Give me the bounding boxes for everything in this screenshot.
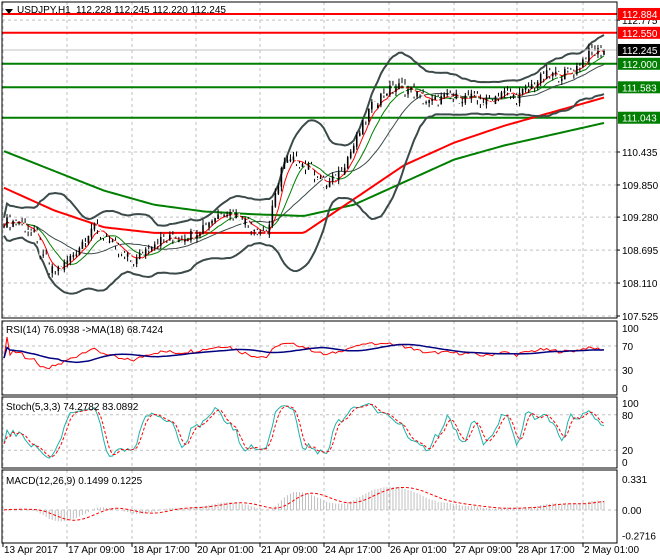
time-label: 26 Apr 01:00 [390, 545, 447, 556]
price-tick: 108.695 [622, 246, 659, 257]
level-price-label: 112.884 [622, 10, 658, 21]
price-tick: 107.525 [622, 312, 659, 323]
indicator-tick: 70 [622, 342, 634, 353]
indicator-tick: 100 [622, 324, 639, 335]
indicator-tick: 30 [622, 366, 634, 377]
level-price-label: 111.043 [622, 114, 657, 125]
time-label: 17 Apr 09:00 [68, 545, 125, 556]
time-label: 18 Apr 17:00 [133, 545, 190, 556]
indicator-tick: 0.331 [622, 475, 647, 486]
ohlc-label: 112.228 112.245 112.220 112.245 [76, 5, 226, 16]
time-label: 13 Apr 2017 [4, 545, 58, 556]
panel-frame [1, 1, 618, 319]
indicator-tick: 0 [622, 458, 628, 469]
time-label: 2 May 01:00 [584, 545, 639, 556]
current-price-label: 112.245 [622, 46, 658, 57]
indicator-tick: 20 [622, 446, 634, 457]
price-tick: 108.110 [622, 279, 658, 290]
time-label: 27 Apr 09:00 [455, 545, 512, 556]
level-price-label: 112.550 [622, 29, 658, 40]
indicator-tick: 0.00 [622, 506, 642, 517]
level-price-label: 112.000 [622, 60, 658, 71]
macd-panel[interactable] [3, 486, 605, 522]
macd-label: MACD(12,26,9) 0.1499 0.1225 [6, 476, 143, 487]
time-label: 21 Apr 09:00 [261, 545, 318, 556]
rsi-label: RSI(14) 76.0938 ->MA(18) 68.7424 [6, 325, 163, 336]
ma-slow-green-line [3, 121, 605, 217]
time-label: 20 Apr 01:00 [197, 545, 254, 556]
rsi-panel[interactable] [3, 336, 605, 370]
price-tick: 109.280 [622, 213, 659, 224]
time-label: 24 Apr 17:00 [325, 545, 382, 556]
ma-fast-red-line [3, 50, 605, 270]
indicator-tick: 0 [622, 384, 628, 395]
stoch-label: Stoch(5,3,3) 74.2782 83.0892 [6, 402, 139, 413]
time-label: 28 Apr 17:00 [518, 545, 575, 556]
indicator-tick: 80 [622, 411, 634, 422]
symbol-label: USDJPY,H1 [17, 5, 71, 16]
chart-window: 112.775110.435109.850109.280108.695108.1… [1, 1, 660, 556]
price-panel[interactable] [2, 12, 617, 295]
indicator-tick: -0.2716 [622, 531, 656, 542]
macd-signal-line [3, 486, 605, 521]
indicator-tick: 100 [622, 399, 639, 410]
grid [2, 2, 617, 543]
price-tick: 110.435 [622, 148, 658, 159]
axes: 112.775110.435109.850109.280108.695108.1… [1, 1, 660, 556]
price-tick: 109.850 [622, 181, 659, 192]
level-price-label: 111.583 [622, 83, 657, 94]
rsi-line [3, 336, 605, 370]
